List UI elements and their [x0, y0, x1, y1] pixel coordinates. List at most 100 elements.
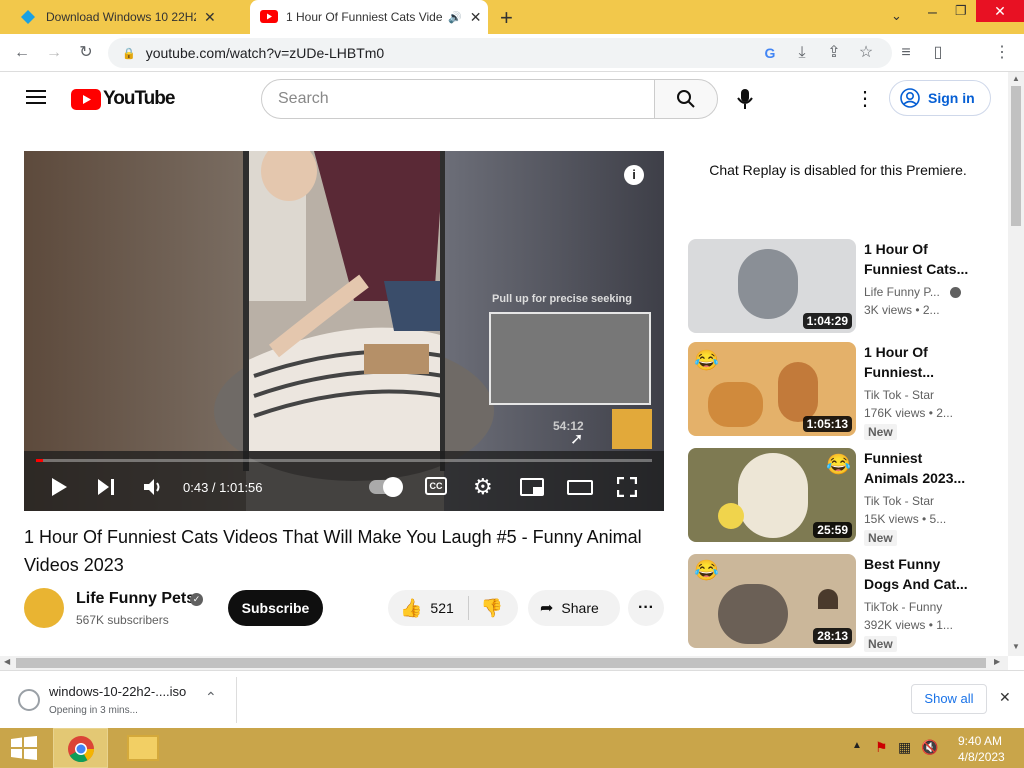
- share-label: Share: [561, 600, 599, 616]
- search-input[interactable]: Search: [261, 79, 655, 119]
- windows-tab-icon: [20, 9, 36, 25]
- recommendation-channel[interactable]: Tik Tok - Star: [864, 494, 934, 508]
- mouse-cursor-icon: ➚: [570, 431, 584, 448]
- show-hidden-icons-icon[interactable]: ▲: [852, 740, 862, 751]
- lock-icon[interactable]: 🔒: [122, 47, 136, 60]
- video-player[interactable]: i Pull up for precise seeking 54:12 ➚ 0:…: [24, 151, 664, 511]
- minimize-icon[interactable]: –: [928, 4, 937, 22]
- video-thumbnail[interactable]: 😂 1:05:13: [688, 342, 856, 436]
- side-panel-icon[interactable]: ▯: [928, 43, 948, 63]
- recommendation-item[interactable]: 1:04:29 1 Hour Of Funniest Cats... Life …: [688, 239, 998, 335]
- more-actions-button[interactable]: ···: [628, 590, 664, 626]
- recommendation-title[interactable]: Best Funny Dogs And Cat...: [864, 554, 974, 594]
- channel-watermark[interactable]: [612, 409, 652, 449]
- recommendation-title[interactable]: Funniest Animals 2023...: [864, 448, 974, 488]
- vertical-scrollbar[interactable]: ▲ ▼: [1008, 72, 1024, 656]
- subscribe-button[interactable]: Subscribe: [228, 590, 323, 626]
- video-thumbnail[interactable]: 1:04:29: [688, 239, 856, 333]
- scroll-right-arrow-icon[interactable]: ▶: [994, 657, 1000, 666]
- miniplayer-icon[interactable]: [520, 478, 544, 496]
- seek-preview-thumbnail: [489, 312, 651, 405]
- sign-in-label: Sign in: [928, 90, 975, 106]
- new-tab-button[interactable]: +: [500, 5, 513, 31]
- new-badge: New: [864, 636, 897, 652]
- bookmark-star-icon[interactable]: ☆: [856, 43, 876, 63]
- captions-icon[interactable]: CC: [425, 477, 447, 495]
- tab-download-windows[interactable]: Download Windows 10 22H2 (Bu ✕: [12, 0, 248, 34]
- search-button[interactable]: [654, 79, 718, 119]
- youtube-logo[interactable]: YouTube: [71, 88, 175, 110]
- new-badge: New: [864, 530, 897, 546]
- scroll-down-arrow-icon[interactable]: ▼: [1012, 642, 1020, 651]
- media-control-icon[interactable]: ≡: [896, 43, 916, 63]
- recommendation-item[interactable]: 😂 25:59 Funniest Animals 2023... Tik Tok…: [688, 448, 998, 546]
- recommendation-channel[interactable]: Tik Tok - Star: [864, 388, 934, 402]
- info-icon[interactable]: i: [624, 165, 644, 185]
- channel-name[interactable]: Life Funny Pets: [76, 590, 195, 608]
- google-icon[interactable]: G: [760, 43, 780, 63]
- share-arrow-icon: ➦: [540, 600, 554, 617]
- microphone-icon[interactable]: [737, 88, 753, 115]
- speaker-icon[interactable]: 🔊: [448, 11, 462, 24]
- like-count[interactable]: 521: [430, 600, 453, 616]
- sign-in-button[interactable]: Sign in: [889, 80, 991, 116]
- back-arrow-icon[interactable]: ←: [12, 43, 32, 63]
- autoplay-toggle[interactable]: [369, 477, 403, 497]
- new-badge: New: [864, 424, 897, 440]
- progress-bar[interactable]: [36, 459, 652, 462]
- chrome-icon: [68, 736, 95, 763]
- reload-icon[interactable]: ↻: [76, 43, 96, 63]
- thumb-up-icon[interactable]: 👍: [400, 598, 422, 619]
- divider: [467, 596, 469, 620]
- chevron-down-icon[interactable]: ⌄: [891, 8, 902, 24]
- windows-start-icon[interactable]: [10, 736, 38, 765]
- next-icon[interactable]: [96, 478, 116, 501]
- close-icon[interactable]: ✕: [999, 689, 1011, 706]
- tab-youtube[interactable]: 1 Hour Of Funniest Cats Vide 🔊 ✕: [250, 0, 488, 34]
- file-explorer-icon[interactable]: [127, 735, 159, 761]
- hamburger-menu-icon[interactable]: [26, 89, 46, 110]
- divider: [236, 677, 237, 723]
- download-filename[interactable]: windows-10-22h2-....iso: [49, 684, 186, 699]
- fullscreen-icon[interactable]: [616, 476, 638, 502]
- restore-icon[interactable]: ❐: [955, 3, 967, 19]
- play-icon[interactable]: [50, 477, 68, 502]
- video-thumbnail[interactable]: 😂 28:13: [688, 554, 856, 648]
- time-display: 0:43 / 1:01:56: [183, 480, 263, 495]
- settings-gear-icon[interactable]: ⚙: [473, 474, 493, 500]
- thumb-down-icon[interactable]: 👎: [481, 598, 503, 619]
- install-icon[interactable]: ⤓: [792, 43, 812, 63]
- horizontal-scrollbar[interactable]: ◀ ▶: [0, 656, 1008, 670]
- show-all-button[interactable]: Show all: [911, 684, 987, 714]
- recommendation-item[interactable]: 😂 28:13 Best Funny Dogs And Cat... TikTo…: [688, 554, 998, 652]
- scrollbar-thumb[interactable]: [16, 658, 986, 668]
- share-button[interactable]: ➦ Share: [528, 590, 620, 626]
- theater-mode-icon[interactable]: [567, 480, 593, 495]
- action-center-flag-icon[interactable]: ⚑: [875, 739, 888, 756]
- share-icon[interactable]: ⇪: [824, 43, 844, 63]
- chrome-taskbar-button[interactable]: [53, 728, 108, 768]
- scroll-up-arrow-icon[interactable]: ▲: [1012, 74, 1020, 83]
- volume-icon[interactable]: [143, 478, 165, 501]
- scroll-left-arrow-icon[interactable]: ◀: [4, 657, 10, 666]
- close-icon[interactable]: ✕: [204, 9, 216, 26]
- network-icon[interactable]: ▦: [898, 739, 911, 756]
- recommendation-channel[interactable]: Life Funny P...: [864, 285, 940, 299]
- recommendation-item[interactable]: 😂 1:05:13 1 Hour Of Funniest... Tik Tok …: [688, 342, 998, 440]
- window-close-button[interactable]: ✕: [976, 0, 1024, 22]
- clock-date[interactable]: 4/8/2023: [958, 750, 1005, 764]
- recommendation-title[interactable]: 1 Hour Of Funniest...: [864, 342, 974, 382]
- recommendation-title[interactable]: 1 Hour Of Funniest Cats...: [864, 239, 974, 279]
- account-icon: [900, 88, 920, 108]
- channel-avatar[interactable]: [24, 588, 64, 628]
- scrollbar-thumb[interactable]: [1011, 86, 1021, 226]
- more-vert-icon[interactable]: ⋮: [855, 86, 875, 111]
- close-icon[interactable]: ✕: [470, 9, 482, 26]
- volume-muted-icon[interactable]: 🔇: [921, 739, 938, 756]
- video-thumbnail[interactable]: 😂 25:59: [688, 448, 856, 542]
- chevron-up-icon[interactable]: ⌃: [205, 689, 217, 706]
- more-vert-icon[interactable]: ⋮: [992, 43, 1012, 63]
- clock-time[interactable]: 9:40 AM: [958, 734, 1002, 748]
- recommendation-channel[interactable]: TikTok - Funny: [864, 600, 942, 614]
- forward-arrow-icon[interactable]: →: [44, 43, 64, 63]
